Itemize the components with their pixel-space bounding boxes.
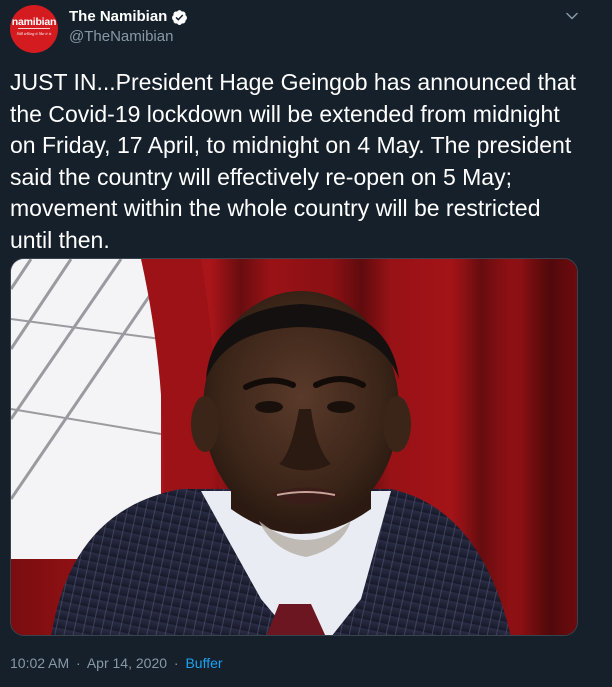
avatar-logo-tagline: Still telling it like it is [16,31,52,36]
tweet-text: JUST IN...President Hage Geingob has ann… [10,69,576,253]
tweet-date[interactable]: Apr 14, 2020 [87,655,167,671]
tweet-metadata: 10:02 AM · Apr 14, 2020 · Buffer [10,654,223,672]
avatar-logo-text: namibian [11,16,57,28]
avatar-logo-rule [18,28,50,29]
chevron-down-icon[interactable] [562,6,582,26]
display-name-link[interactable]: The Namibian [69,8,188,26]
meta-separator: · [76,655,81,671]
display-name[interactable]: The Namibian [69,8,167,26]
tweet-time[interactable]: 10:02 AM [10,655,69,671]
avatar[interactable]: namibian Still telling it like it is [10,5,58,53]
meta-separator: · [173,655,179,671]
user-handle[interactable]: @TheNamibian [69,28,173,46]
tweet: namibian Still telling it like it is The… [0,0,612,687]
tweet-photo[interactable] [10,258,578,636]
photo-president-geingob [11,259,577,635]
verified-badge-icon [172,9,188,25]
tweet-source-link[interactable]: Buffer [185,655,222,671]
